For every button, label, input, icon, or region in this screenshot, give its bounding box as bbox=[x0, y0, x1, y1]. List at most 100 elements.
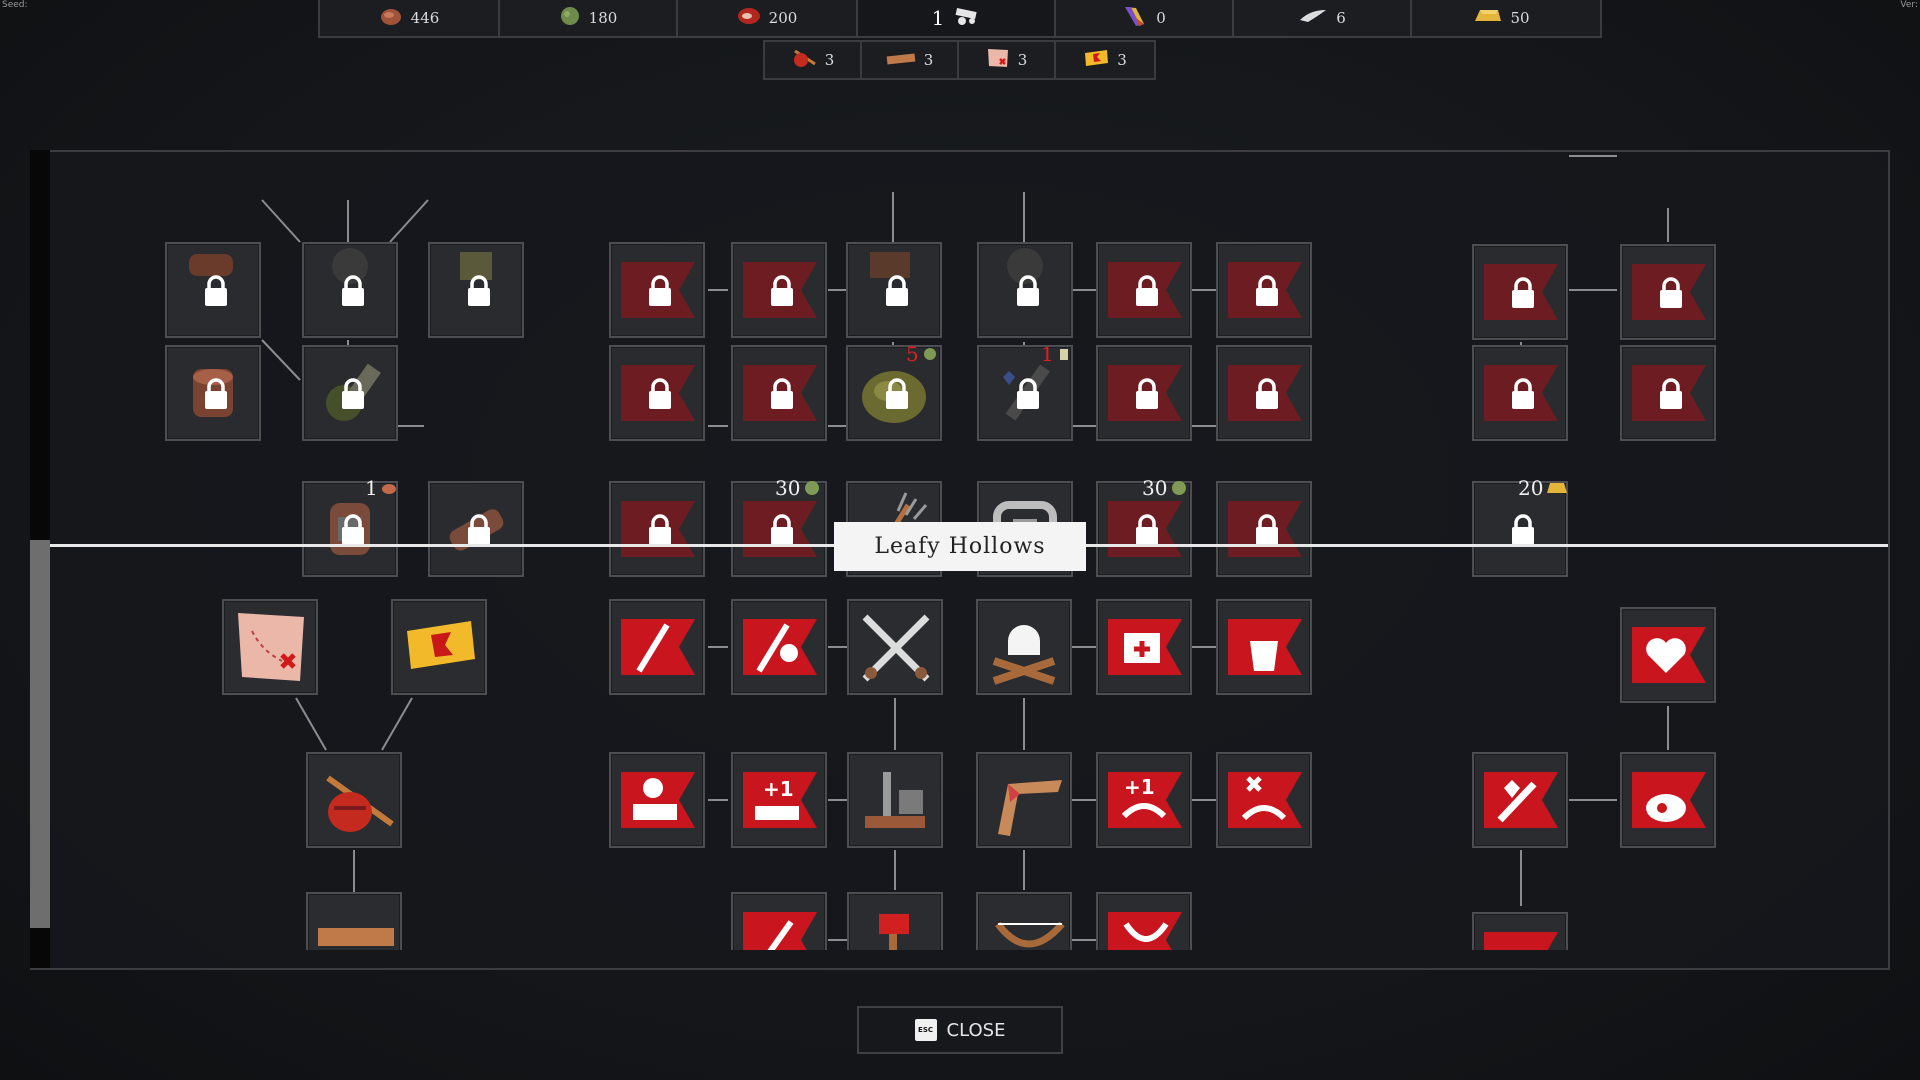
popcorn-banner-icon bbox=[1218, 601, 1310, 693]
skill-node-workbench-icon[interactable] bbox=[847, 752, 943, 848]
esc-key-icon: ESC bbox=[914, 1019, 937, 1041]
skill-node-bell-banner[interactable] bbox=[609, 481, 705, 577]
skill-node-bindle-icon[interactable] bbox=[306, 752, 402, 848]
scrollbar-thumb[interactable] bbox=[30, 540, 50, 928]
crossed-swords-icon bbox=[849, 601, 941, 693]
resource-bar: 446 180 200 1 0 6 50 bbox=[318, 0, 1602, 38]
cost-label: 1 bbox=[1041, 342, 1071, 366]
boomerang-icon bbox=[978, 754, 1070, 846]
cannon-icon bbox=[952, 6, 980, 30]
skill-node-canteen-icon[interactable] bbox=[428, 242, 524, 338]
skill-node-lookout-banner[interactable] bbox=[609, 752, 705, 848]
throw-x-banner-icon bbox=[1218, 754, 1310, 846]
resource-gold: 50 bbox=[1412, 0, 1592, 36]
gold-bar-icon bbox=[1547, 483, 1568, 493]
resource-fiber: 180 bbox=[500, 0, 678, 36]
broken-heart-sword-banner-icon bbox=[1474, 754, 1566, 846]
bindle-icon bbox=[308, 754, 400, 846]
cost-label: 1 bbox=[365, 476, 397, 500]
skill-node-locked-banner[interactable] bbox=[1472, 244, 1568, 340]
skill-node-bomb-icon[interactable] bbox=[302, 242, 398, 338]
svg-text:+1: +1 bbox=[1124, 775, 1155, 799]
item-map: 3 bbox=[959, 42, 1056, 78]
skill-node-popcorn-banner[interactable] bbox=[1216, 599, 1312, 695]
heart-banner-icon bbox=[1622, 609, 1714, 701]
skill-node-plus-one-throw-banner[interactable]: +1 bbox=[1096, 752, 1192, 848]
tooth-icon bbox=[1298, 6, 1328, 30]
skill-node-watering-can-banner[interactable] bbox=[609, 345, 705, 441]
skill-node-gear-banner[interactable] bbox=[1096, 345, 1192, 441]
plant-fiber-icon bbox=[923, 348, 936, 360]
plank-icon bbox=[886, 50, 916, 70]
cost-label: 20 bbox=[1518, 476, 1568, 500]
skill-node-circle-banner[interactable] bbox=[1472, 345, 1568, 441]
close-label: CLOSE bbox=[946, 1019, 1006, 1041]
treasure-map-icon bbox=[224, 601, 316, 693]
skill-node-pipe-elbow-icon[interactable] bbox=[428, 481, 524, 577]
resource-meat: 446 bbox=[320, 0, 500, 36]
region-label: Leafy Hollows bbox=[834, 522, 1086, 571]
item-ticket: 3 bbox=[1056, 42, 1154, 78]
skill-node-gear-banner[interactable] bbox=[1216, 345, 1312, 441]
sword-eye-banner-icon bbox=[733, 601, 825, 693]
broken-heart-meat-banner-icon bbox=[1622, 754, 1714, 846]
skill-node-boomerang-icon[interactable] bbox=[976, 752, 1072, 848]
seed-label: Seed: bbox=[2, 0, 28, 10]
ticket-icon bbox=[1083, 48, 1109, 72]
skill-node-heart-banner[interactable] bbox=[1620, 607, 1716, 703]
plant-fiber-icon bbox=[805, 481, 820, 495]
close-button[interactable]: ESC CLOSE bbox=[857, 1006, 1063, 1054]
feather-horn-icon bbox=[1122, 4, 1148, 32]
svg-text:+1: +1 bbox=[763, 777, 794, 801]
skill-node-treasure-map-icon[interactable] bbox=[222, 599, 318, 695]
raw-steak-icon bbox=[737, 6, 761, 30]
bindle-icon bbox=[791, 48, 817, 72]
resource-horn: 0 bbox=[1056, 0, 1234, 36]
skill-node-crossed-swords-icon[interactable] bbox=[847, 599, 943, 695]
skill-node-trap-banner[interactable] bbox=[1216, 481, 1312, 577]
treasure-map-icon bbox=[986, 47, 1010, 73]
cost-label: 30 bbox=[1142, 476, 1188, 500]
skill-node-sword-eye-banner[interactable] bbox=[731, 599, 827, 695]
skill-node-hammer-banner[interactable] bbox=[731, 345, 827, 441]
skill-node-locked-banner[interactable] bbox=[1216, 242, 1312, 338]
plant-fiber-icon bbox=[559, 6, 581, 30]
skill-node-broken-heart-sword-banner[interactable] bbox=[1472, 752, 1568, 848]
pot-banner-icon bbox=[1098, 601, 1190, 693]
skill-node-locked-banner[interactable] bbox=[1620, 244, 1716, 340]
skill-node-ticket-icon[interactable] bbox=[391, 599, 487, 695]
skill-node-ore-icon[interactable] bbox=[846, 242, 942, 338]
plus-one-throw-banner-icon: +1 bbox=[1098, 754, 1190, 846]
oil-icon bbox=[1059, 349, 1068, 360]
plant-fiber-icon bbox=[1172, 481, 1187, 495]
skill-node-locked-banner[interactable] bbox=[1620, 345, 1716, 441]
lookout-banner-icon bbox=[611, 754, 703, 846]
skill-node-pot-banner[interactable] bbox=[1096, 599, 1192, 695]
plus-one-banner-icon: +1 bbox=[733, 754, 825, 846]
skill-node-locked-banner[interactable] bbox=[1096, 242, 1192, 338]
ticket-icon bbox=[393, 601, 485, 693]
skill-node-spiked-club-icon[interactable] bbox=[302, 345, 398, 441]
item-plank: 3 bbox=[862, 42, 959, 78]
skill-node-sword-boot-banner[interactable] bbox=[609, 599, 705, 695]
item-bindle: 3 bbox=[765, 42, 862, 78]
skill-node-throw-x-banner[interactable] bbox=[1216, 752, 1312, 848]
skill-node-chef-hat-icon[interactable] bbox=[976, 599, 1072, 695]
gold-bar-icon bbox=[1474, 7, 1502, 29]
skill-node-broken-heart-meat-banner[interactable] bbox=[1620, 752, 1716, 848]
resource-tooth: 6 bbox=[1234, 0, 1412, 36]
meat-icon bbox=[381, 484, 396, 494]
item-bar: 3 3 3 3 bbox=[763, 40, 1156, 80]
skill-node-locked-banner[interactable] bbox=[731, 242, 827, 338]
cost-label: 30 bbox=[775, 476, 821, 500]
version-label: Ver: bbox=[1900, 0, 1918, 10]
skill-node-plus-one-banner[interactable]: +1 bbox=[731, 752, 827, 848]
skill-node-log-icon[interactable] bbox=[165, 345, 261, 441]
resource-steak: 200 bbox=[678, 0, 858, 36]
meat-icon bbox=[379, 6, 403, 30]
skill-node-locked-banner[interactable] bbox=[609, 242, 705, 338]
cost-label: 5 bbox=[906, 342, 938, 366]
sword-boot-banner-icon bbox=[611, 601, 703, 693]
skill-node-gear-icon[interactable] bbox=[977, 242, 1073, 338]
skill-node-log-icon[interactable] bbox=[165, 242, 261, 338]
